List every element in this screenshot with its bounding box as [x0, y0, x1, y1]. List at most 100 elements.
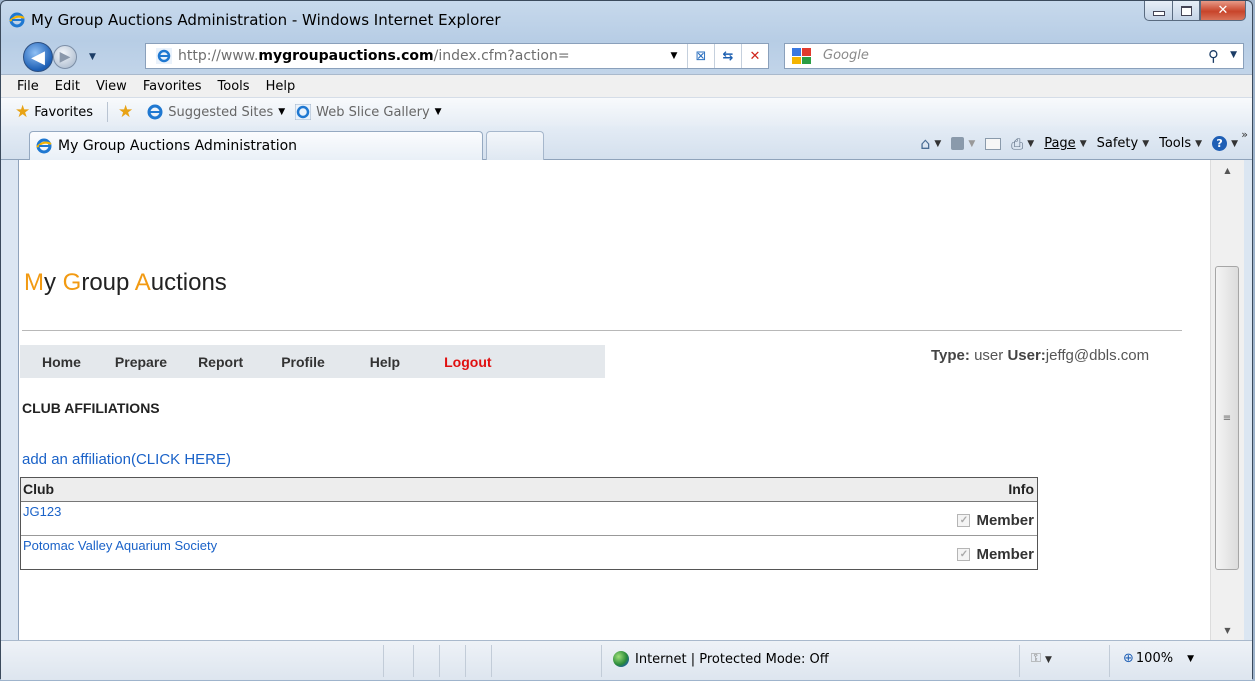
close-button[interactable]: ✕	[1200, 1, 1246, 21]
nav-home[interactable]: Home	[42, 354, 81, 370]
status-divider	[1109, 645, 1110, 677]
print-button[interactable]: ⎙ ▼	[1011, 135, 1034, 153]
menu-help[interactable]: Help	[266, 79, 296, 94]
nav-logout[interactable]: Logout	[444, 354, 491, 370]
grip-icon: ≡	[1222, 412, 1232, 424]
safety-menu[interactable]: Safety ▼	[1097, 136, 1150, 151]
table-row: JG123 ✓ Member	[21, 502, 1037, 536]
zoom-control[interactable]: ⊕ 100% ▼	[1123, 651, 1194, 666]
user-info: Type: user User:jeffg@dbls.com	[931, 347, 1149, 364]
page-ie-icon	[156, 48, 172, 64]
scroll-up-arrow-icon[interactable]: ▲	[1211, 160, 1244, 180]
main-nav: Home Prepare Report Profile Help Logout	[20, 345, 605, 378]
maximize-button[interactable]	[1172, 1, 1200, 21]
globe-icon	[613, 651, 629, 667]
site-title-part: G	[62, 269, 82, 296]
add-to-favorites-bar-button[interactable]: ★	[118, 102, 137, 122]
nav-report[interactable]: Report	[198, 354, 243, 370]
section-heading: CLUB AFFILIATIONS	[22, 400, 160, 416]
site-title-part: uctions	[150, 269, 227, 296]
tools-menu[interactable]: Tools ▼	[1159, 136, 1202, 151]
vertical-scrollbar[interactable]: ▲ ≡ ▼	[1210, 160, 1244, 640]
search-icon[interactable]: ⚲	[1208, 47, 1219, 65]
nav-prepare[interactable]: Prepare	[115, 354, 167, 370]
google-icon	[791, 47, 813, 65]
compatibility-view-icon[interactable]: ⊠	[687, 44, 714, 68]
club-link[interactable]: Potomac Valley Aquarium Society	[23, 538, 217, 553]
tab-current[interactable]: My Group Auctions Administration	[29, 131, 483, 160]
web-slice-gallery-label: Web Slice Gallery	[316, 104, 430, 120]
nav-profile[interactable]: Profile	[281, 354, 325, 370]
back-button[interactable]: ◀	[23, 42, 53, 72]
site-title: My Group Auctions	[24, 269, 227, 297]
title-bar: My Group Auctions Administration - Windo…	[1, 1, 1252, 39]
menu-favorites[interactable]: Favorites	[143, 79, 202, 94]
status-bar: Internet | Protected Mode: Off ⚿ ▼ ⊕ 100…	[1, 640, 1252, 680]
status-divider	[383, 645, 384, 677]
printer-icon: ⎙	[1011, 134, 1024, 153]
address-dropdown-icon[interactable]: ▼	[661, 44, 687, 68]
zoom-icon: ⊕	[1123, 651, 1134, 666]
member-label: Member	[976, 546, 1034, 563]
search-options-dropdown-icon[interactable]: ▼	[1230, 50, 1237, 60]
url-text[interactable]: http://www.mygroupauctions.com/index.cfm…	[178, 48, 623, 64]
scroll-down-arrow-icon[interactable]: ▼	[1211, 620, 1244, 640]
status-divider	[601, 645, 602, 677]
tab-row: My Group Auctions Administration ⌂ ▼ ▼ ⎙ ▼…	[1, 126, 1252, 160]
close-icon: ✕	[1217, 3, 1229, 18]
club-link[interactable]: JG123	[23, 504, 61, 519]
maximize-icon	[1180, 5, 1192, 16]
security-zone[interactable]: Internet | Protected Mode: Off	[613, 651, 829, 667]
help-button[interactable]: ? ▼	[1212, 136, 1238, 151]
chevron-down-icon: ▼	[1079, 138, 1087, 149]
menu-view[interactable]: View	[96, 79, 127, 94]
address-bar[interactable]: http://www.mygroupauctions.com/index.cfm…	[145, 43, 769, 69]
site-title-part: y	[44, 269, 63, 296]
search-input[interactable]: Google	[823, 48, 869, 63]
page-menu[interactable]: Page ▼	[1044, 136, 1086, 151]
add-affiliation-link[interactable]: add an affiliation(CLICK HERE)	[22, 451, 231, 468]
ie-logo-icon	[9, 12, 25, 28]
home-button[interactable]: ⌂ ▼	[920, 134, 941, 153]
chevron-down-icon: ▼	[934, 138, 942, 149]
menu-file[interactable]: File	[17, 79, 39, 94]
menu-tools[interactable]: Tools	[218, 79, 250, 94]
forward-button[interactable]: ▶	[53, 45, 77, 69]
member-checkbox: ✓	[957, 514, 971, 527]
nav-help[interactable]: Help	[370, 354, 400, 370]
search-box[interactable]: Google ⚲ ▼	[784, 43, 1244, 69]
new-tab-button[interactable]	[486, 131, 544, 160]
status-divider	[439, 645, 440, 677]
read-mail-button[interactable]	[985, 137, 1002, 150]
header-divider	[22, 330, 1182, 331]
affiliations-table: Club Info JG123 ✓ Member Potomac Valley …	[20, 477, 1038, 570]
feeds-button[interactable]: ▼	[951, 137, 975, 150]
stop-icon[interactable]: ✕	[741, 44, 768, 68]
privacy-icon[interactable]: ⚿ ▼	[1031, 651, 1052, 666]
chevron-down-icon: ▼	[278, 107, 286, 117]
user-type-label: Type:	[931, 347, 970, 364]
tab-ie-icon	[36, 138, 52, 154]
toolbar-separator	[106, 102, 108, 122]
recent-pages-dropdown-icon[interactable]: ▼	[89, 52, 96, 62]
column-header-info: Info	[1008, 481, 1034, 497]
more-commands-icon[interactable]: »	[1241, 128, 1248, 141]
suggested-sites-button[interactable]: Suggested Sites ▼	[147, 104, 285, 120]
site-title-part: A	[134, 269, 151, 296]
refresh-icon[interactable]: ⇆	[714, 44, 741, 68]
site-title-part: roup	[81, 269, 135, 296]
chevron-down-icon: ▼	[968, 138, 976, 149]
menu-edit[interactable]: Edit	[55, 79, 80, 94]
scrollbar-thumb[interactable]: ≡	[1215, 266, 1239, 570]
back-arrow-icon: ◀	[31, 46, 45, 68]
web-slice-icon	[295, 104, 312, 120]
web-slice-gallery-button[interactable]: Web Slice Gallery ▼	[295, 104, 442, 120]
browser-window: My Group Auctions Administration - Windo…	[0, 0, 1253, 680]
minimize-button[interactable]	[1144, 1, 1172, 21]
table-header: Club Info	[21, 478, 1037, 502]
favorites-button[interactable]: ★ Favorites	[15, 102, 93, 122]
suggested-sites-label: Suggested Sites	[168, 104, 274, 120]
tools-menu-label: Tools	[1159, 136, 1192, 151]
zone-label: Internet | Protected Mode: Off	[635, 651, 829, 667]
site-title-part: M	[24, 269, 44, 296]
